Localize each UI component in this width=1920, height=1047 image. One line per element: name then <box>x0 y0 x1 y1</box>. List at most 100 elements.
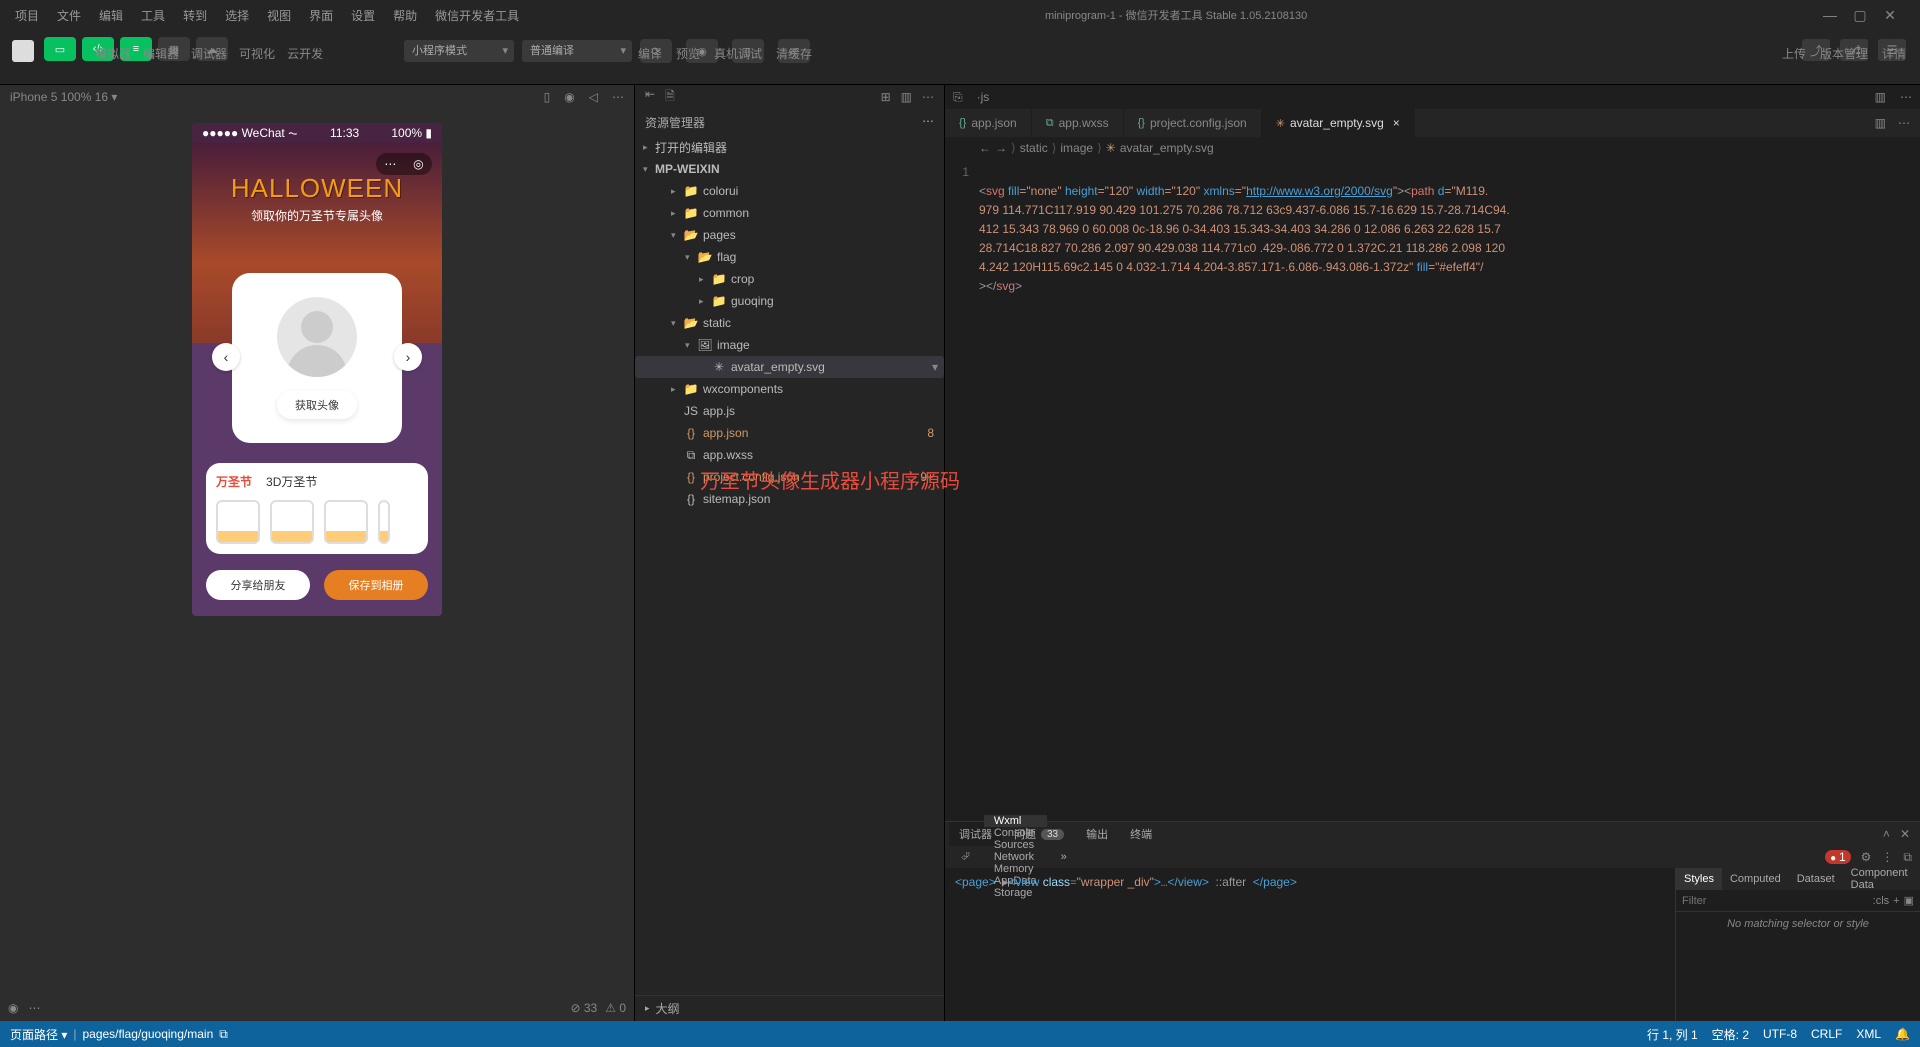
tree-item[interactable]: ▸📁wxcomponents <box>635 378 944 400</box>
toggle-panel-icon[interactable]: ▣ <box>1904 894 1914 907</box>
styles-more-icon[interactable]: » <box>1916 868 1920 890</box>
mode-select[interactable]: 小程序模式 <box>404 40 514 62</box>
status-item[interactable]: 空格: 2 <box>1712 1026 1749 1043</box>
frame-option[interactable] <box>378 500 390 544</box>
new-file-icon[interactable]: ⊞ <box>881 90 891 104</box>
menu-item[interactable]: 界面 <box>309 7 333 24</box>
tree-item[interactable]: {}app.json8 <box>635 422 944 444</box>
devtool-tab[interactable]: Console <box>984 827 1047 839</box>
split-icon[interactable]: ▥ <box>901 90 912 104</box>
debugger-tab[interactable]: 输出 <box>1076 822 1118 846</box>
crumb-seg[interactable]: image <box>1060 141 1093 155</box>
explorer-more-icon[interactable]: ⋯ <box>922 114 934 128</box>
add-style-icon[interactable]: + <box>1893 895 1899 907</box>
save-button[interactable]: 保存到相册 <box>324 570 428 600</box>
wxml-tree[interactable]: <page> ▸<view class="wrapper _div">…</vi… <box>945 868 1675 1021</box>
menu-item[interactable]: 微信开发者工具 <box>435 7 519 24</box>
minimize-icon[interactable]: — <box>1815 7 1845 24</box>
debugger-tab[interactable]: 终端 <box>1120 822 1162 846</box>
user-avatar[interactable] <box>12 40 34 62</box>
editor-more-icon[interactable]: ⋯ <box>1898 116 1910 130</box>
menu-item[interactable]: 项目 <box>15 7 39 24</box>
sim-phone-icon[interactable]: ▯ <box>544 90 551 104</box>
menu-item[interactable]: 视图 <box>267 7 291 24</box>
split-editor-icon[interactable]: ▥ <box>1875 116 1886 130</box>
ed-split-icon[interactable]: ▥ <box>1875 90 1886 104</box>
sim-back-icon[interactable]: ◁ <box>589 90 598 104</box>
menu-item[interactable]: 文件 <box>57 7 81 24</box>
page-path-value[interactable]: pages/flag/guoqing/main <box>82 1027 213 1041</box>
close-icon[interactable]: ✕ <box>1875 7 1905 24</box>
styles-tab[interactable]: Styles <box>1676 868 1722 890</box>
status-item[interactable]: 行 1, 列 1 <box>1647 1026 1698 1043</box>
prev-arrow-icon[interactable]: ‹ <box>212 343 240 371</box>
more-tabs-icon[interactable]: » <box>1051 846 1077 868</box>
share-button[interactable]: 分享给朋友 <box>206 570 310 600</box>
popout-icon[interactable]: ⧉ <box>1903 850 1912 865</box>
tree-item[interactable]: ▾🖼image <box>635 334 944 356</box>
menu-item[interactable]: 选择 <box>225 7 249 24</box>
ed-js-icon[interactable]: ·js <box>977 90 990 104</box>
styles-tab[interactable]: Computed <box>1722 868 1789 890</box>
menu-item[interactable]: 设置 <box>351 7 375 24</box>
styles-tab[interactable]: Dataset <box>1789 868 1843 890</box>
device-select[interactable]: iPhone 5 100% 16 ▾ <box>10 90 117 104</box>
status-item[interactable]: CRLF <box>1811 1027 1842 1041</box>
styles-tab[interactable]: Component Data <box>1843 868 1916 890</box>
tree-item[interactable]: ▾📂pages <box>635 224 944 246</box>
dbg-close-icon[interactable]: ✕ <box>1900 827 1910 841</box>
tree-item[interactable]: ⧉app.wxss <box>635 444 944 466</box>
ed-more-icon[interactable]: ⋯ <box>1900 90 1912 104</box>
tree-item[interactable]: JSapp.js <box>635 400 944 422</box>
sim-error-count[interactable]: ⊘ 33 <box>570 1001 597 1015</box>
copy-icon[interactable]: ⧉ <box>219 1027 228 1042</box>
dbg-up-icon[interactable]: ˄ <box>1883 827 1890 841</box>
devtool-tab[interactable]: Wxml <box>984 815 1047 827</box>
tree-item[interactable]: ✳avatar_empty.svg <box>635 356 944 378</box>
status-item[interactable]: UTF-8 <box>1763 1027 1797 1041</box>
frame-tab-active[interactable]: 万圣节 <box>216 473 252 490</box>
sim-record-icon[interactable]: ◉ <box>564 90 574 104</box>
crumb-nav-fwd[interactable]: → <box>995 141 1007 155</box>
sim-warn-count[interactable]: ⚠ 0 <box>605 1001 626 1015</box>
compile-select[interactable]: 普通编译 <box>522 40 632 62</box>
error-pill[interactable]: ● 1 <box>1825 850 1851 864</box>
bell-icon[interactable]: 🔔 <box>1895 1027 1910 1041</box>
project-root[interactable]: ▾MP-WEIXIN <box>635 158 944 180</box>
editor-tab[interactable]: ⧉app.wxss <box>1032 109 1124 137</box>
gear-icon[interactable]: ⚙ <box>1861 850 1872 864</box>
editor-tab[interactable]: {}project.config.json <box>1124 109 1262 137</box>
tree-item[interactable]: ▸📁colorui <box>635 180 944 202</box>
collapse-icon[interactable]: ⇤ <box>645 87 655 108</box>
ed-nav-icon[interactable]: ⎘ <box>953 90 963 105</box>
get-avatar-button[interactable]: 获取头像 <box>277 391 357 419</box>
menu-item[interactable]: 转到 <box>183 7 207 24</box>
sim-more-icon[interactable]: ⋯ <box>612 90 624 104</box>
next-arrow-icon[interactable]: › <box>394 343 422 371</box>
capsule-menu[interactable]: ⋯◎ <box>376 153 432 175</box>
tree-item[interactable]: ▸📁crop <box>635 268 944 290</box>
save-all-icon[interactable]: 🗎 <box>665 87 675 108</box>
tree-item[interactable]: ▾📂flag <box>635 246 944 268</box>
tree-item[interactable]: ▾📂static <box>635 312 944 334</box>
panel-more-icon[interactable]: ⋯ <box>922 90 934 104</box>
filter-input[interactable] <box>1682 895 1869 907</box>
breadcrumb[interactable]: ← → ⟩static ⟩image ⟩✳avatar_empty.svg <box>945 137 1920 159</box>
sim-more2-icon[interactable]: ⋯ <box>28 1001 40 1015</box>
tree-item[interactable]: ▸📁guoqing <box>635 290 944 312</box>
tree-item[interactable]: ▸📁common <box>635 202 944 224</box>
code-editor[interactable]: 1 <svg fill="none" height="120" width="1… <box>945 159 1920 821</box>
frame-option[interactable] <box>270 500 314 544</box>
simulator-toggle-icon[interactable]: ▭ <box>44 37 76 61</box>
menu-item[interactable]: 帮助 <box>393 7 417 24</box>
kebab-icon[interactable]: ⋮ <box>1881 850 1893 864</box>
status-item[interactable]: XML <box>1856 1027 1881 1041</box>
editor-tab[interactable]: {}app.json <box>945 109 1032 137</box>
frame-option[interactable] <box>324 500 368 544</box>
crumb-seg[interactable]: static <box>1020 141 1048 155</box>
frame-tab-inactive[interactable]: 3D万圣节 <box>266 473 317 490</box>
crumb-nav-back[interactable]: ← <box>979 141 991 155</box>
crumb-seg[interactable]: avatar_empty.svg <box>1120 141 1214 155</box>
menu-item[interactable]: 工具 <box>141 7 165 24</box>
page-path-label[interactable]: 页面路径 ▾ <box>10 1026 67 1043</box>
